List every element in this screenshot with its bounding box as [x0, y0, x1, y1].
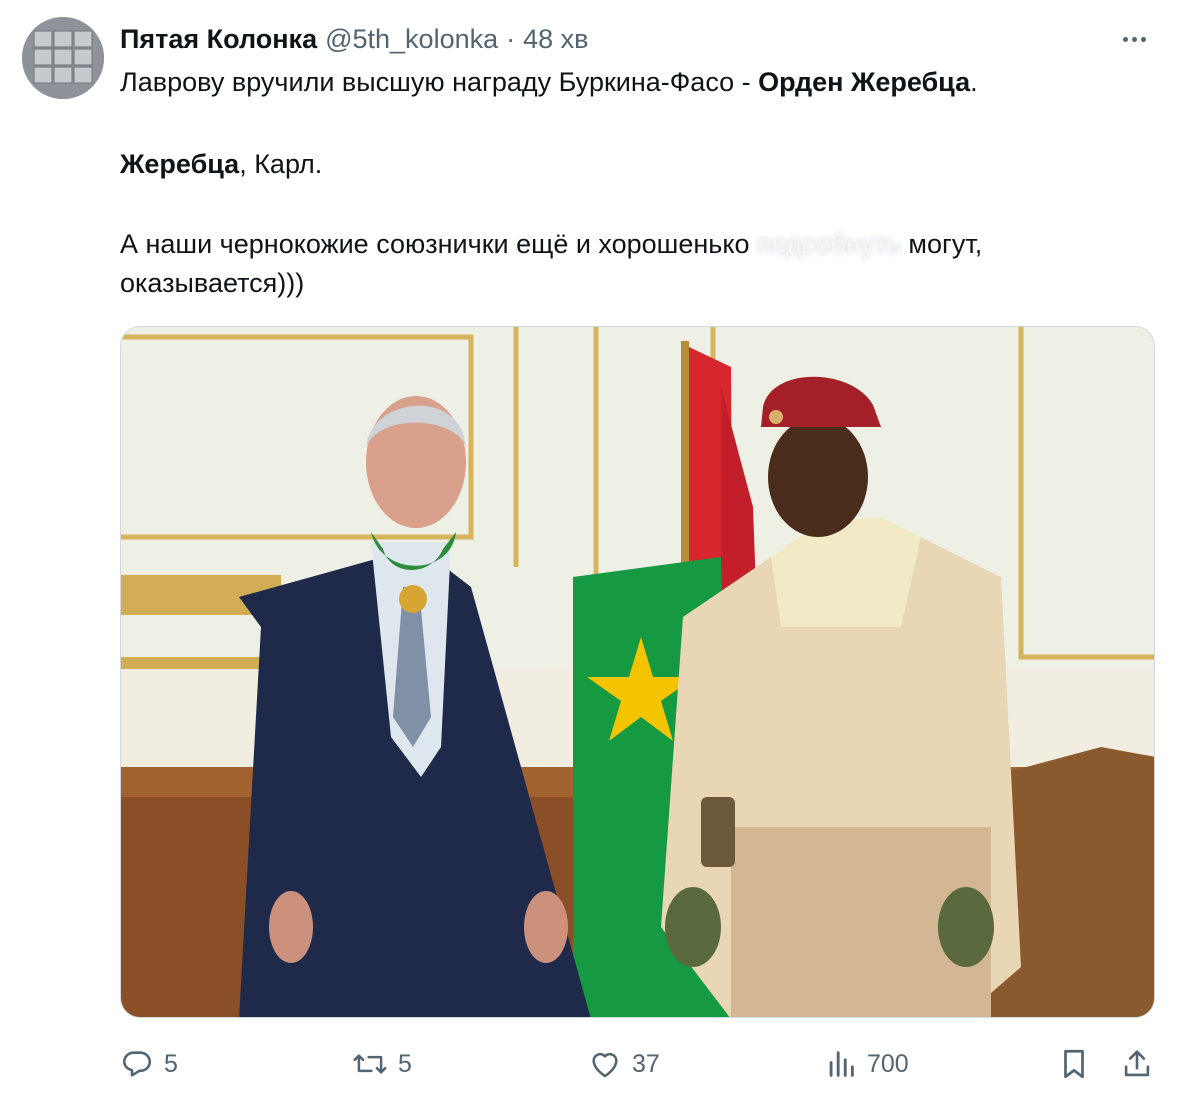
tweet[interactable]: Пятая Колонка @5th_kolonka · 48 хв Лавро…	[0, 0, 1190, 1108]
avatar-image	[22, 17, 104, 99]
like-count: 37	[632, 1049, 660, 1078]
like-button[interactable]: 37	[588, 1040, 660, 1088]
more-icon	[1122, 36, 1128, 42]
tweet-text-line-3: А наши чернокожие союзнички ещё и хороше…	[120, 229, 983, 259]
display-name[interactable]: Пятая Колонка	[120, 24, 317, 55]
blurred-word: подсобнуть	[756, 229, 901, 259]
bold-text: Орден Жеребца	[758, 67, 971, 97]
reply-button[interactable]: 5	[120, 1040, 178, 1088]
tweet-actions: 5 5 37 700	[0, 1040, 1190, 1088]
timestamp[interactable]: 48 хв	[523, 24, 588, 55]
tweet-photo[interactable]	[120, 326, 1155, 1018]
retweet-button[interactable]: 5	[352, 1040, 412, 1088]
more-options-button[interactable]	[1114, 26, 1154, 52]
views-button[interactable]: 700	[825, 1040, 909, 1088]
share-button[interactable]	[1122, 1040, 1152, 1088]
reply-icon	[122, 1051, 152, 1077]
bookmark-icon	[1064, 1049, 1084, 1079]
view-count: 700	[867, 1049, 909, 1078]
tweet-text-line-2: Жеребца, Карл.	[120, 149, 323, 179]
tweet-header: Пятая Колонка @5th_kolonka · 48 хв	[120, 22, 589, 56]
photo-image	[121, 327, 1154, 1017]
share-icon	[1124, 1050, 1150, 1077]
tweet-text-line-1: Лаврову вручили высшую награду Буркина-Ф…	[120, 67, 978, 97]
tweet-text-line-4: оказывается)))	[120, 268, 305, 298]
separator-dot: ·	[506, 23, 516, 54]
reply-count: 5	[164, 1049, 178, 1078]
bookmark-button[interactable]	[1058, 1040, 1090, 1088]
views-icon	[829, 1051, 854, 1077]
like-icon	[592, 1052, 618, 1078]
bold-text: Жеребца	[120, 149, 240, 179]
avatar[interactable]	[22, 17, 104, 99]
retweet-count: 5	[398, 1049, 412, 1078]
user-handle[interactable]: @5th_kolonka	[325, 24, 498, 55]
retweet-icon	[353, 1054, 387, 1074]
